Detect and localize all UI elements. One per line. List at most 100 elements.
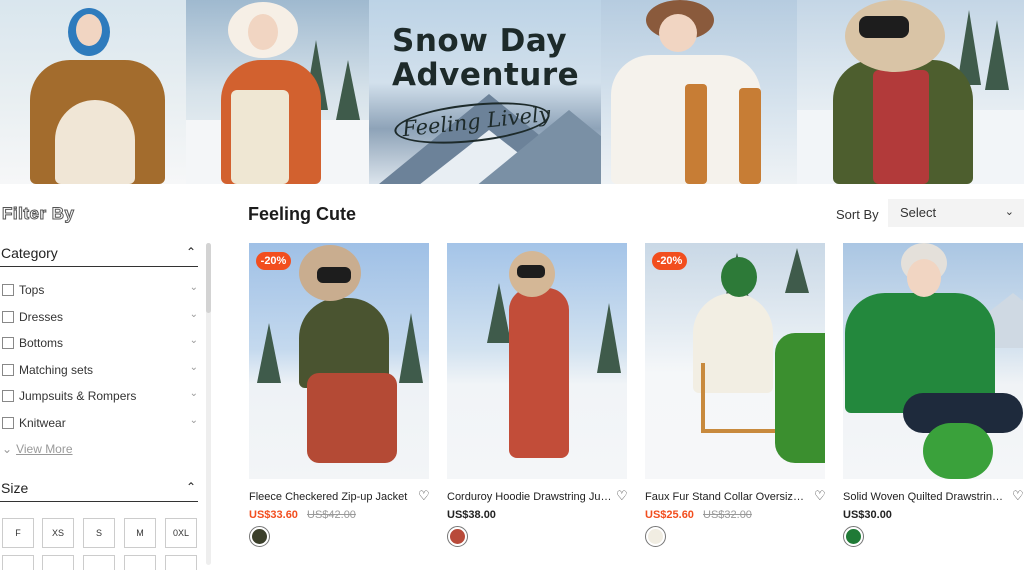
section-title: Feeling Cute	[248, 204, 357, 224]
banner-title-line2: Adventure	[392, 57, 580, 93]
swatch-color	[648, 529, 663, 544]
size-option-m[interactable]: M	[124, 518, 156, 548]
product-original-price: US$42.00	[307, 509, 356, 521]
heart-icon[interactable]: ♡	[418, 488, 430, 504]
category-item-label: Knitwear	[19, 415, 66, 430]
chevron-down-icon[interactable]: ⌄	[190, 335, 198, 346]
category-item-dresses[interactable]: Dresses ⌄	[0, 305, 200, 332]
size-option-xs[interactable]: XS	[42, 518, 74, 548]
category-item-tops[interactable]: Tops ⌄	[0, 278, 200, 305]
size-option-placeholder[interactable]	[2, 555, 34, 570]
product-image[interactable]: -20%	[249, 243, 429, 479]
size-option-f[interactable]: F	[2, 518, 34, 548]
banner-photo-4	[601, 0, 797, 184]
chevron-down-icon[interactable]: ⌄	[190, 309, 198, 320]
hero-banner[interactable]: Snow Day Adventure Feeling Lively	[0, 0, 1024, 184]
green-fur	[775, 333, 825, 463]
product-name[interactable]: Corduroy Hoodie Drawstring Jumpsuit	[447, 491, 612, 503]
model-face	[248, 14, 278, 50]
category-item-knitwear[interactable]: Knitwear ⌄	[0, 411, 200, 438]
category-item-label: Tops	[19, 283, 45, 297]
chevron-up-icon[interactable]: ⌃	[186, 480, 196, 494]
color-swatch[interactable]	[249, 526, 270, 547]
banner-title-line1: Snow Day	[392, 23, 568, 59]
sidebar-scrollbar[interactable]	[206, 243, 211, 565]
swatch-color	[252, 529, 267, 544]
sort-label: Sort By	[836, 207, 879, 222]
category-item-jumpsuits-rompers[interactable]: Jumpsuits & Rompers ⌄	[0, 384, 200, 411]
chevron-down-icon: ⌄	[2, 442, 13, 456]
banner-photo-1	[0, 0, 186, 184]
model-scarf	[55, 100, 135, 184]
swatch-color	[450, 529, 465, 544]
model-jumpsuit	[509, 288, 569, 458]
banner-title: Snow Day Adventure	[392, 24, 579, 92]
checkbox[interactable]	[2, 416, 14, 429]
view-more-label: View More	[16, 442, 73, 456]
model-face	[659, 14, 697, 52]
banner-photo-5	[797, 0, 1024, 184]
heart-icon[interactable]: ♡	[1012, 488, 1024, 504]
chevron-up-icon[interactable]: ⌃	[186, 245, 196, 259]
folding-chair	[701, 363, 781, 433]
product-name[interactable]: Faux Fur Stand Collar Oversized Jacket	[645, 491, 810, 503]
category-item-matching-sets[interactable]: Matching sets ⌄	[0, 358, 200, 385]
product-name[interactable]: Solid Woven Quilted Drawstring Hoodie	[843, 491, 1008, 503]
discount-badge: -20%	[256, 252, 291, 270]
category-item-label: Bottoms	[19, 336, 64, 351]
checkbox[interactable]	[2, 390, 14, 403]
size-option-placeholder[interactable]	[83, 555, 115, 570]
chevron-down-icon[interactable]: ⌄	[190, 282, 198, 293]
banner-photo-2	[186, 0, 369, 184]
sort-selected-value: Select	[900, 205, 937, 220]
color-swatch[interactable]	[447, 526, 468, 547]
ski-left	[685, 84, 707, 184]
size-facet-label: Size	[1, 480, 29, 496]
product-price: US$30.00	[843, 509, 892, 521]
category-facet-header[interactable]: Category ⌃	[0, 243, 198, 267]
heart-icon[interactable]: ♡	[814, 488, 826, 504]
color-swatch[interactable]	[645, 526, 666, 547]
product-original-price: US$32.00	[703, 509, 752, 521]
checkbox[interactable]	[2, 310, 14, 323]
size-facet-header[interactable]: Size ⌃	[0, 478, 198, 502]
chevron-down-icon[interactable]: ⌄	[190, 362, 198, 373]
heart-icon[interactable]: ♡	[616, 488, 628, 504]
model-green-beanie	[721, 257, 757, 297]
swatch-color	[846, 529, 861, 544]
product-name[interactable]: Fleece Checkered Zip-up Jacket	[249, 491, 414, 503]
product-image[interactable]	[447, 243, 627, 479]
chevron-down-icon[interactable]: ⌄	[190, 388, 198, 399]
checkbox[interactable]	[2, 337, 14, 350]
goggles-icon	[859, 16, 909, 38]
chevron-down-icon: ⌄	[1004, 206, 1014, 218]
goggles-icon	[517, 265, 545, 278]
category-item-label: Matching sets	[19, 362, 94, 377]
model-overalls	[231, 90, 289, 184]
product-image[interactable]: -20%	[645, 243, 825, 479]
size-option-placeholder[interactable]	[165, 555, 197, 570]
size-option-placeholder[interactable]	[42, 555, 74, 570]
model-face	[907, 259, 941, 297]
color-swatch[interactable]	[843, 526, 864, 547]
size-option-placeholder[interactable]	[124, 555, 156, 570]
category-item-label: Dresses	[19, 309, 64, 324]
category-item-bottoms[interactable]: Bottoms ⌄	[0, 331, 200, 358]
size-option-s[interactable]: S	[83, 518, 115, 548]
view-more-link[interactable]: ⌄ View More	[2, 442, 73, 456]
size-option-0xl[interactable]: 0XL	[165, 518, 197, 548]
category-item-label: Jumpsuits & Rompers	[19, 389, 137, 404]
product-image[interactable]	[843, 243, 1023, 479]
filter-title: Filter By	[2, 204, 75, 224]
model-red-pants	[307, 373, 397, 463]
product-price: US$38.00	[447, 509, 496, 521]
sort-dropdown[interactable]: Select ⌄	[888, 199, 1024, 227]
category-list: Tops ⌄ Dresses ⌄ Bottoms ⌄ Matching sets…	[0, 278, 200, 438]
scrollbar-thumb[interactable]	[206, 243, 211, 313]
chevron-down-icon[interactable]: ⌄	[190, 415, 198, 426]
checkbox[interactable]	[2, 284, 14, 296]
green-fur-boot	[923, 423, 993, 479]
model-face	[76, 14, 102, 46]
checkbox[interactable]	[2, 363, 14, 376]
category-facet-label: Category	[1, 245, 58, 261]
